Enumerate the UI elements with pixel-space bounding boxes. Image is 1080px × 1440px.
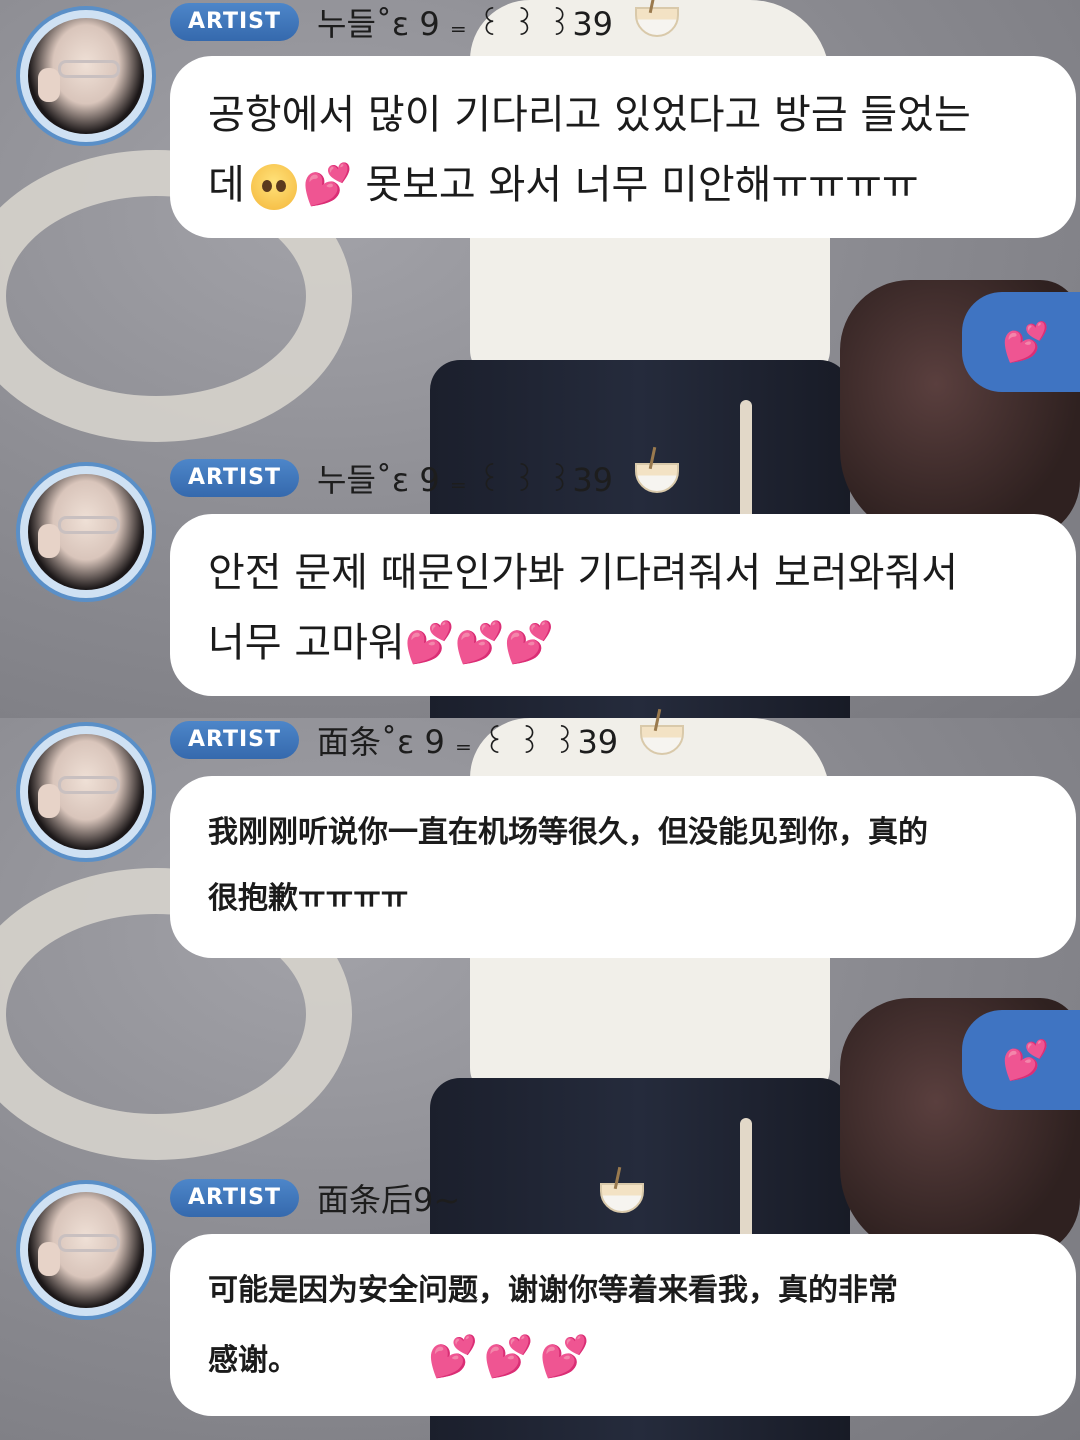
hearts-emoji: 💕 xyxy=(1002,1038,1050,1082)
sender-row: ARTIST 面条˚ɛ 9 ₌ ꒰ ꒱ ꒱39 xyxy=(170,717,685,763)
message-text-line: 안전 문제 때문인가봐 기다려줘서 보러와줘서 xyxy=(208,550,959,596)
username: 누들˚ɛ 9 ₌ ꒰ ꒱ ꒱39 xyxy=(317,455,680,501)
noodle-bowl-icon xyxy=(600,1183,645,1213)
noodle-bowl-icon xyxy=(635,463,680,493)
sender-row: ARTIST 面条后9~ xyxy=(170,1175,645,1221)
message-text-line: 很抱歉ㅠㅠㅠㅠ xyxy=(208,881,409,916)
avatar[interactable] xyxy=(16,6,156,146)
message-text-line: 我刚刚听说你一直在机场等很久，但没能见到你，真的 xyxy=(208,815,928,850)
message-bubble[interactable]: 안전 문제 때문인가봐 기다려줘서 보러와줘서 너무 고마워💕💕💕 xyxy=(170,514,1076,696)
message-text-line: 너무 고마워💕💕💕 xyxy=(208,620,555,666)
username: 面条后9~ xyxy=(317,1175,645,1221)
hearts-emoji: 💕 xyxy=(1002,320,1050,364)
avatar[interactable] xyxy=(16,722,156,862)
artist-badge: ARTIST xyxy=(170,3,300,41)
noodle-bowl-icon xyxy=(640,725,685,755)
message-text-line: 感谢。 💕💕💕 xyxy=(208,1334,596,1380)
message-text-line: 데 💕 못보고 와서 너무 미안해ㅠㅠㅠㅠ xyxy=(208,162,919,210)
username: 누들˚ɛ 9 ₌ ꒰ ꒱ ꒱39 xyxy=(317,0,680,45)
message-text-line: 공항에서 많이 기다리고 있었다고 방금 들었는 xyxy=(208,92,971,138)
artist-badge: ARTIST xyxy=(170,459,300,497)
avatar[interactable] xyxy=(16,1180,156,1320)
message-bubble[interactable]: 공항에서 많이 기다리고 있었다고 방금 들었는 데 💕 못보고 와서 너무 미안… xyxy=(170,56,1076,238)
username: 面条˚ɛ 9 ₌ ꒰ ꒱ ꒱39 xyxy=(317,717,685,763)
artist-badge: ARTIST xyxy=(170,1179,300,1217)
artist-badge: ARTIST xyxy=(170,721,300,759)
message-text-line: 可能是因为安全问题，谢谢你等着来看我，真的非常 xyxy=(208,1273,898,1308)
message-bubble[interactable]: 可能是因为安全问题，谢谢你等着来看我，真的非常 感谢。 💕💕💕 xyxy=(170,1234,1076,1416)
message-bubble[interactable]: 我刚刚听说你一直在机场等很久，但没能见到你，真的 很抱歉ㅠㅠㅠㅠ xyxy=(170,776,1076,958)
fan-reply-bubble[interactable]: 💕 xyxy=(962,292,1080,392)
sender-row: ARTIST 누들˚ɛ 9 ₌ ꒰ ꒱ ꒱39 xyxy=(170,455,680,501)
avatar[interactable] xyxy=(16,462,156,602)
sender-row: ARTIST 누들˚ɛ 9 ₌ ꒰ ꒱ ꒱39 xyxy=(170,0,680,45)
noodle-bowl-icon xyxy=(635,7,680,37)
hearts-emoji: 💕💕💕 xyxy=(428,1334,596,1380)
pleading-face-icon xyxy=(250,164,297,210)
fan-reply-bubble[interactable]: 💕 xyxy=(962,1010,1080,1110)
